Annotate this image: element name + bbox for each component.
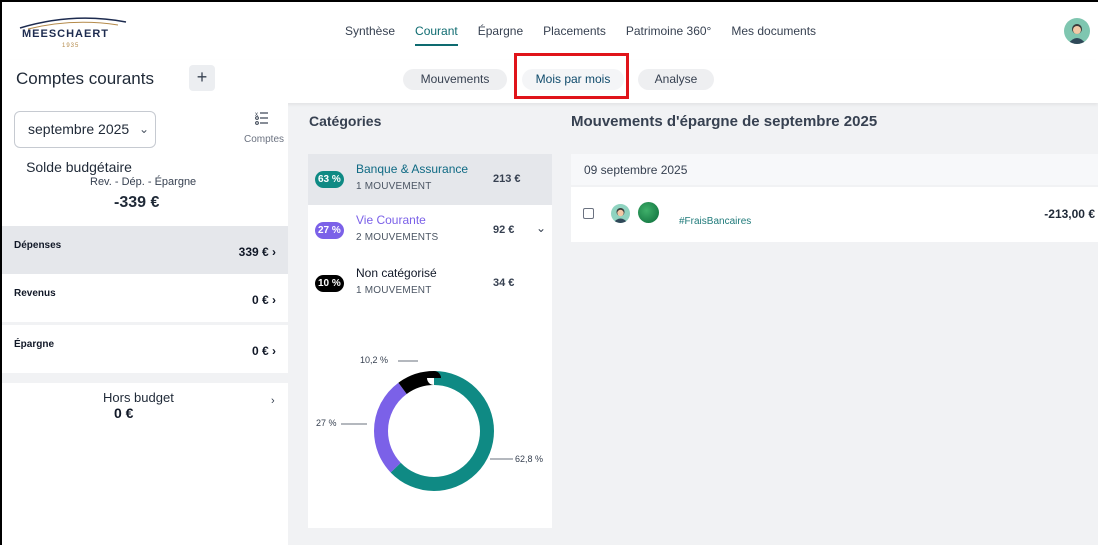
mouvements-title: Mouvements d'épargne de septembre 2025: [571, 113, 878, 130]
solde-title: Solde budgétaire: [26, 159, 132, 175]
logo-name: MEESCHAERT: [22, 28, 110, 40]
chevron-right-icon: ›: [271, 395, 275, 407]
category-count: 1 MOUVEMENT: [356, 181, 432, 192]
tab-mouvements[interactable]: Mouvements: [403, 69, 507, 90]
chevron-down-icon: ⌄: [139, 122, 150, 136]
donut-label-non-categorise: 10,2 %: [360, 355, 389, 365]
row-revenus[interactable]: Revenus 0 € ›: [2, 274, 288, 322]
date-text: 09 septembre 2025: [584, 163, 688, 177]
category-pct-badge: 10 %: [315, 275, 344, 292]
main-nav: Synthèse Courant Épargne Placements Patr…: [345, 24, 836, 46]
row-value: 0 € ›: [251, 293, 276, 307]
budget-sidebar: septembre 2025 ⌄ x Comptes Solde budgéta…: [2, 103, 288, 545]
add-account-button[interactable]: +: [189, 65, 215, 91]
categories-donut-chart: 10,2 % 27 % 62,8 %: [310, 344, 550, 524]
top-navbar: MEESCHAERT 1935 Synthèse Courant Épargne…: [2, 2, 1098, 60]
nav-documents[interactable]: Mes documents: [731, 24, 816, 46]
divider: [2, 373, 288, 383]
chevron-down-icon[interactable]: ⌄: [536, 221, 546, 235]
nav-placements[interactable]: Placements: [543, 24, 606, 46]
mouvement-amount: -213,00 €: [1044, 207, 1095, 221]
categories-title: Catégories: [309, 113, 382, 129]
donut-svg: [341, 360, 513, 491]
bank-logo-icon: [638, 202, 659, 223]
nav-patrimoine[interactable]: Patrimoine 360°: [626, 24, 712, 46]
category-non-categorise[interactable]: 10 % Non catégorisé 1 MOUVEMENT 34 €: [308, 258, 552, 309]
category-value: 92 €: [493, 224, 515, 236]
row-label: Épargne: [14, 339, 55, 350]
category-pct-badge: 27 %: [315, 222, 344, 239]
category-vie-courante[interactable]: 27 % Vie Courante 2 MOUVEMENTS 92 € ⌄: [308, 205, 552, 256]
category-value: 213 €: [493, 173, 521, 185]
mouvement-checkbox[interactable]: [583, 208, 594, 219]
logo-year: 1935: [62, 43, 80, 49]
month-select[interactable]: septembre 2025 ⌄: [14, 111, 156, 148]
comptes-label[interactable]: Comptes: [244, 134, 284, 145]
row-label: Revenus: [14, 288, 56, 299]
date-group-header: 09 septembre 2025: [571, 154, 1098, 185]
user-avatar[interactable]: [1064, 18, 1090, 44]
page-title: Comptes courants: [16, 69, 154, 88]
month-select-value: septembre 2025: [28, 121, 130, 137]
row-depenses[interactable]: Dépenses 339 € ›: [2, 226, 288, 274]
row-value: 0 € ›: [251, 344, 276, 358]
category-value: 34 €: [493, 277, 515, 289]
meeschaert-logo[interactable]: MEESCHAERT 1935: [18, 14, 128, 54]
hors-budget-title: Hors budget: [103, 390, 174, 405]
category-banque-assurance[interactable]: 63 % Banque & Assurance 1 MOUVEMENT 213 …: [308, 154, 552, 205]
list-filter-icon[interactable]: x: [255, 110, 269, 129]
nav-courant[interactable]: Courant: [415, 24, 458, 46]
user-icon: [1068, 24, 1086, 44]
person-avatar-icon: [611, 204, 630, 223]
hors-budget-value: 0 €: [114, 405, 134, 421]
budget-summary: septembre 2025 ⌄ x Comptes Solde budgéta…: [2, 103, 288, 226]
mouvement-row[interactable]: #FraisBancaires -213,00 €: [571, 187, 1098, 242]
category-name: Vie Courante: [356, 213, 426, 227]
hors-budget[interactable]: Hors budget 0 € ›: [2, 383, 288, 435]
solde-value: -339 €: [114, 194, 160, 211]
donut-label-banque: 62,8 %: [515, 454, 544, 464]
nav-epargne[interactable]: Épargne: [478, 24, 523, 46]
category-pct-badge: 63 %: [315, 171, 344, 188]
row-epargne[interactable]: Épargne 0 € ›: [2, 325, 288, 373]
row-value: 339 € ›: [238, 245, 276, 259]
highlight-annotation: [514, 53, 629, 99]
solde-subtitle: Rev. - Dép. - Épargne: [90, 176, 197, 188]
mouvement-tag[interactable]: #FraisBancaires: [679, 216, 751, 227]
donut-label-vie-courante: 27 %: [316, 418, 337, 428]
sidebar-empty-area: [2, 435, 288, 545]
tab-analyse[interactable]: Analyse: [638, 69, 714, 90]
row-label: Dépenses: [14, 240, 62, 251]
nav-synthese[interactable]: Synthèse: [345, 24, 395, 46]
category-name: Banque & Assurance: [356, 162, 469, 176]
category-name: Non catégorisé: [356, 266, 437, 280]
category-count: 2 MOUVEMENTS: [356, 232, 439, 243]
category-count: 1 MOUVEMENT: [356, 285, 432, 296]
